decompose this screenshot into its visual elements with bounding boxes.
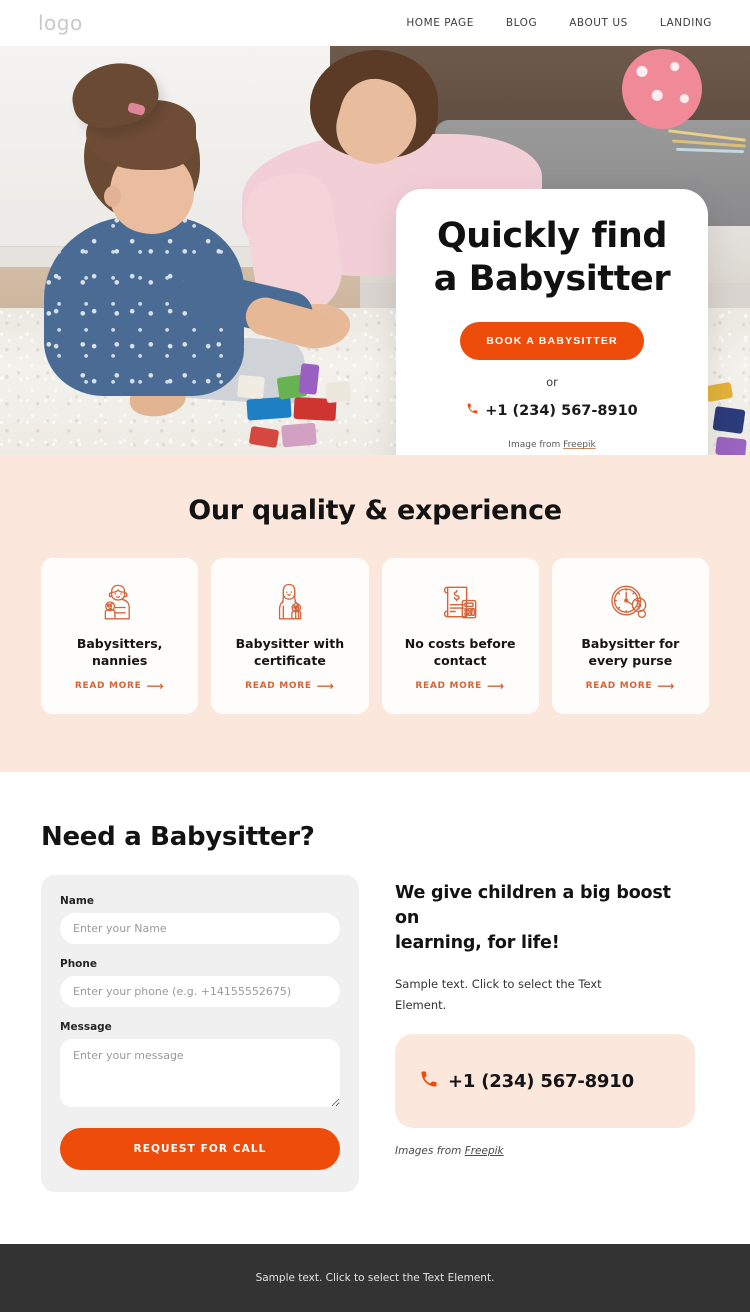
photo-toy-block [298, 363, 320, 395]
feature-title-line-2: nannies [91, 652, 148, 668]
read-more-link[interactable]: READ MORE ⟶ [415, 680, 505, 692]
hero-title: Quickly find a Babysitter [418, 215, 686, 300]
photo-toy-block [715, 436, 747, 455]
babysitter-certificate-icon [271, 580, 309, 624]
contact-credit-link[interactable]: Freepik [465, 1145, 504, 1157]
message-textarea[interactable] [60, 1039, 340, 1107]
hero-title-line-1: Quickly find [436, 216, 668, 256]
feature-title-line-1: No costs before [404, 636, 516, 651]
info-text-line-1: Sample text. Click to select the Text [395, 976, 602, 991]
invoice-calculator-icon [440, 580, 480, 624]
main-navigation: HOME PAGE BLOG ABOUT US LANDING [390, 17, 712, 29]
photo-toy-block [246, 396, 292, 421]
feature-title-line-2: certificate [253, 652, 326, 668]
feature-title-line-1: Babysitter with [235, 636, 345, 651]
hero-phone-link[interactable]: +1 (234) 567-8910 [418, 402, 686, 419]
feature-card-babysitters-nannies[interactable]: Babysitters, nannies READ MORE ⟶ [41, 558, 199, 714]
name-input[interactable] [60, 913, 340, 944]
read-more-label: READ MORE [415, 681, 482, 691]
info-title-line-1: We give children a big boost on [395, 883, 671, 928]
read-more-link[interactable]: READ MORE ⟶ [245, 680, 335, 692]
photo-toy-block [237, 374, 265, 400]
contact-info-column: We give children a big boost on learning… [395, 875, 695, 1192]
read-more-label: READ MORE [585, 681, 653, 691]
site-footer: Sample text. Click to select the Text El… [0, 1244, 750, 1312]
arrow-right-icon: ⟶ [486, 679, 505, 693]
arrow-right-icon: ⟶ [146, 679, 165, 693]
hero-credit-prefix: Image from [508, 440, 564, 451]
feature-title-line-2: contact [433, 652, 487, 668]
feature-card-title: No costs before contact [397, 636, 524, 670]
hero-or-divider: or [546, 375, 558, 390]
message-field-label: Message [60, 1021, 112, 1033]
clock-money-icon [609, 580, 651, 624]
contact-phone-number: +1 (234) 567-8910 [448, 1070, 634, 1092]
phone-icon [419, 1069, 439, 1093]
contact-info-text: Sample text. Click to select the Text El… [395, 974, 610, 1017]
nav-item-landing[interactable]: LANDING [644, 17, 712, 29]
phone-icon [466, 402, 479, 419]
hero-phone-number: +1 (234) 567-8910 [485, 402, 638, 419]
request-for-call-button[interactable]: REQUEST FOR CALL [60, 1128, 340, 1170]
hero-credit-link[interactable]: Freepik [563, 440, 596, 450]
nav-item-about-us[interactable]: ABOUT US [553, 17, 644, 29]
feature-card-title: Babysitters, nannies [69, 636, 171, 670]
arrow-right-icon: ⟶ [657, 679, 676, 693]
book-a-babysitter-button[interactable]: BOOK A BABYSITTER [460, 322, 644, 361]
read-more-link[interactable]: READ MORE ⟶ [75, 680, 165, 692]
phone-input[interactable] [60, 976, 340, 1007]
feature-title-line-1: Babysitter for [581, 636, 680, 651]
photo-toy-block [281, 422, 317, 448]
contact-section-title: Need a Babysitter? [41, 822, 315, 852]
photo-child-ear [104, 186, 121, 207]
footer-text: Sample text. Click to select the Text El… [255, 1272, 495, 1284]
features-section-title: Our quality & experience [188, 495, 562, 526]
site-header: logo HOME PAGE BLOG ABOUT US LANDING [0, 0, 750, 46]
nav-item-home-page[interactable]: HOME PAGE [390, 17, 490, 29]
info-title-line-2: learning, for life! [395, 932, 560, 953]
hero-title-line-2: a Babysitter [433, 258, 671, 299]
feature-card-no-costs-before-contact[interactable]: No costs before contact READ MORE ⟶ [381, 558, 539, 714]
read-more-label: READ MORE [245, 681, 312, 691]
features-card-grid: Babysitters, nannies READ MORE ⟶ Babysit… [0, 558, 750, 714]
contact-row: Name Phone Message REQUEST FOR CALL We g… [41, 875, 709, 1192]
feature-card-babysitter-with-certificate[interactable]: Babysitter with certificate READ MORE ⟶ [211, 558, 369, 714]
contact-image-credit: Images from Freepik [395, 1145, 695, 1157]
contact-credit-prefix: Images from [395, 1145, 465, 1158]
hero-card: Quickly find a Babysitter BOOK A BABYSIT… [396, 189, 708, 455]
contact-info-title: We give children a big boost on learning… [395, 881, 695, 956]
info-text-line-2: Element. [395, 997, 447, 1012]
photo-polka-dot-ball [622, 49, 702, 129]
feature-card-title: Babysitter for every purse [573, 636, 687, 670]
contact-section: Need a Babysitter? Name Phone Message RE… [0, 772, 750, 1244]
contact-phone-box[interactable]: +1 (234) 567-8910 [395, 1034, 695, 1129]
features-section: Our quality & experience Babysitters, na… [0, 455, 750, 772]
read-more-link[interactable]: READ MORE ⟶ [586, 680, 676, 692]
hero-image-credit: Image from Freepik [418, 440, 686, 450]
photo-toy-block [712, 406, 746, 434]
name-field-label: Name [60, 895, 94, 907]
feature-card-babysitter-for-every-purse[interactable]: Babysitter for every purse READ MORE ⟶ [551, 558, 709, 714]
read-more-label: READ MORE [74, 681, 142, 691]
arrow-right-icon: ⟶ [316, 679, 335, 693]
nav-item-blog[interactable]: BLOG [490, 17, 553, 29]
logo[interactable]: logo [38, 11, 83, 35]
photo-toy-block [325, 380, 351, 404]
hero-section: Quickly find a Babysitter BOOK A BABYSIT… [0, 46, 750, 455]
phone-field-label: Phone [60, 958, 97, 970]
babysitter-holding-baby-icon [101, 580, 139, 624]
feature-title-line-1: Babysitters, [76, 636, 163, 651]
feature-card-title: Babysitter with certificate [228, 636, 352, 670]
feature-title-line-2: every purse [588, 652, 673, 668]
contact-form: Name Phone Message REQUEST FOR CALL [41, 875, 359, 1192]
